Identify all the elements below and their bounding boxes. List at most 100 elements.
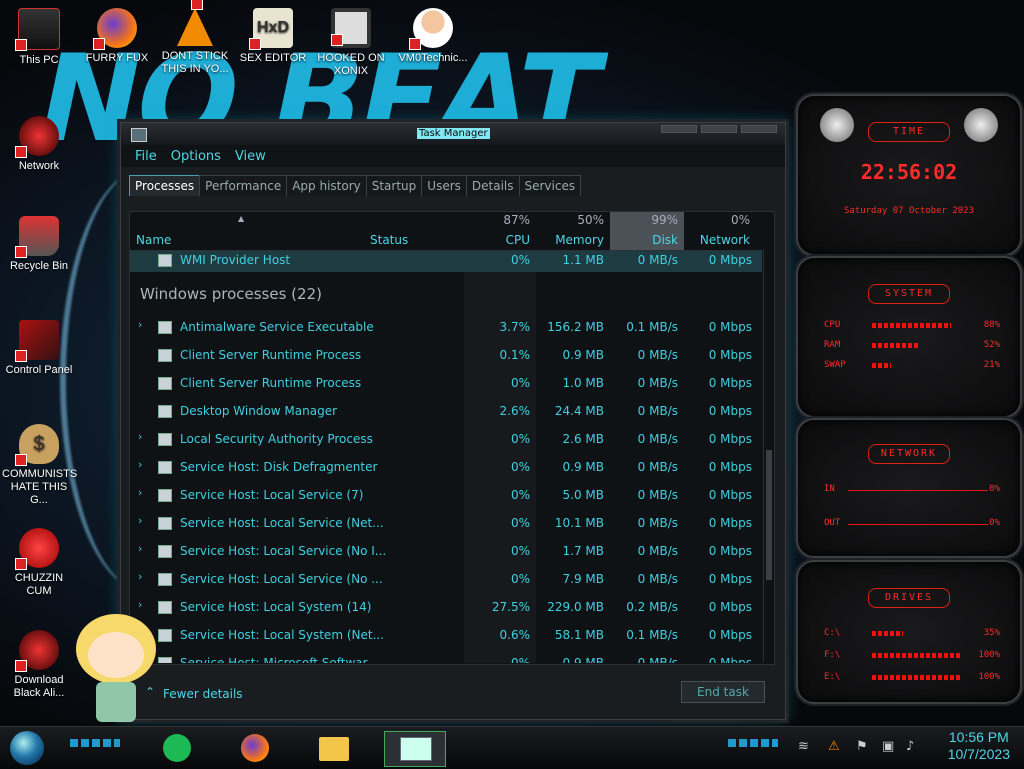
table-row[interactable]: › Local Security Authority Process 0% 2.6 M…	[130, 425, 762, 453]
process-icon	[158, 461, 172, 474]
show-hidden-icons-icon[interactable]: ≋	[798, 739, 809, 754]
money-bag-icon: $	[15, 424, 59, 466]
system-row-value: 21%	[983, 360, 1000, 370]
expand-arrow-icon[interactable]: ›	[138, 458, 142, 471]
action-center-flag-icon[interactable]: ⚑	[856, 739, 868, 754]
table-row[interactable]: › Antimalware Service Executable 3.7% 156.2…	[130, 313, 762, 341]
table-row[interactable]: › Service Host: Local Service (7) 0% 5.0 MB…	[130, 481, 762, 509]
table-row[interactable]: › Service Host: Local Service (Net... 0% 10…	[130, 509, 762, 537]
fewer-details-link[interactable]: Fewer details	[163, 687, 243, 701]
volume-icon[interactable]: ♪	[906, 739, 914, 754]
tab-performance[interactable]: Performance	[199, 175, 288, 196]
taskbar-firefox-icon[interactable]	[238, 731, 274, 765]
expand-arrow-icon[interactable]: ›	[138, 570, 142, 583]
desktop-icon-furry-fux[interactable]: FURRY FUX	[80, 8, 154, 65]
table-row[interactable]: Client Server Runtime Process 0.1% 0.9 MB 0…	[130, 341, 762, 369]
maximize-button[interactable]	[701, 125, 737, 133]
table-row[interactable]: Desktop Window Manager 2.6% 24.4 MB 0 MB/s 0…	[130, 397, 762, 425]
tab-startup[interactable]: Startup	[365, 175, 423, 196]
network-tray-icon[interactable]: ▣	[882, 739, 894, 754]
drive-row-value: 100%	[978, 650, 1000, 660]
taskbar-file-explorer-icon[interactable]	[316, 731, 352, 765]
desktop-icon-chuzzin-cum[interactable]: CHUZZIN CUM	[2, 528, 76, 598]
process-memory: 1.7 MB	[562, 544, 604, 558]
end-task-button[interactable]: End task	[681, 681, 765, 703]
title-bar[interactable]: Task Manager	[121, 123, 785, 145]
expand-arrow-icon[interactable]: ›	[138, 514, 142, 527]
menu-bar: File Options View	[121, 145, 785, 167]
tab-users[interactable]: Users	[421, 175, 467, 196]
system-row-label: CPU	[824, 320, 841, 330]
tray-app-icon[interactable]: ⚠	[828, 739, 840, 754]
clock-date: 10/7/2023	[947, 746, 1010, 762]
process-network: 0 Mbps	[708, 432, 752, 446]
process-disk: 0 MB/s	[637, 376, 678, 390]
minimize-button[interactable]	[661, 125, 697, 133]
column-status[interactable]: Status	[358, 212, 464, 250]
desktop-icon-hooked-on-xonix[interactable]: HOOKED ON XONIX	[314, 8, 388, 78]
process-name: Service Host: Microsoft Softwar...	[180, 656, 378, 663]
taskbar-task-manager-icon[interactable]	[384, 731, 446, 767]
expand-arrow-icon[interactable]: ›	[138, 486, 142, 499]
column-cpu[interactable]: 87% CPU	[464, 212, 536, 250]
desktop-icon-dont-stick[interactable]: DONT STICK THIS IN YO...	[158, 0, 232, 76]
desktop-icon-control-panel[interactable]: Control Panel	[2, 320, 76, 377]
recycle-bin-icon	[15, 216, 59, 258]
desktop-icon-download-black-alien[interactable]: Download Black Ali...	[2, 630, 76, 700]
table-row[interactable]: Client Server Runtime Process 0% 1.0 MB 0 M…	[130, 369, 762, 397]
table-row[interactable]: › Service Host: Local Service (No I... 0% 1…	[130, 537, 762, 565]
tab-processes[interactable]: Processes	[129, 175, 201, 196]
drive-row-bar	[872, 675, 962, 680]
desktop-icon-communists[interactable]: $ COMMUNISTS HATE THIS G...	[2, 424, 77, 507]
gadget-date: Saturday 07 October 2023	[843, 206, 975, 216]
menu-options[interactable]: Options	[171, 149, 221, 164]
expand-arrow-icon[interactable]: ›	[138, 318, 142, 331]
column-network[interactable]: 0% Network	[684, 212, 756, 250]
vertical-scrollbar[interactable]	[763, 250, 774, 662]
window-controls	[661, 125, 777, 133]
taskbar-deco-right	[728, 739, 778, 747]
expand-arrow-icon[interactable]: ›	[138, 542, 142, 555]
table-row[interactable]: › Service Host: Disk Defragmenter 0% 0.9 MB…	[130, 453, 762, 481]
process-cpu: 0.6%	[499, 628, 531, 642]
system-row-bar	[872, 343, 919, 348]
menu-file[interactable]: File	[135, 149, 157, 164]
process-cpu: 0%	[510, 656, 530, 663]
column-memory[interactable]: 50% Memory	[536, 212, 610, 250]
process-memory: 0.9 MB	[562, 348, 604, 362]
menu-view[interactable]: View	[235, 149, 266, 164]
net-out-graph	[848, 524, 988, 525]
task-manager-window[interactable]: Task Manager File Options View Processes…	[120, 122, 786, 720]
drive-row-bar	[872, 653, 962, 658]
scrollbar-thumb[interactable]	[766, 450, 772, 580]
group-header-windows-processes: Windows processes (22)	[140, 285, 322, 303]
table-row[interactable]: › Service Host: Local System (14) 27.5% 229…	[130, 593, 762, 621]
desktop-icon-vm0technic[interactable]: VM0Technic...	[396, 8, 470, 65]
tab-details[interactable]: Details	[465, 175, 520, 196]
drives-gadget-title: DRIVES	[868, 588, 950, 608]
tab-services[interactable]: Services	[518, 175, 582, 196]
desktop-icon-network[interactable]: Network	[2, 116, 76, 173]
drive-row-label: C:\	[824, 628, 841, 638]
close-button[interactable]	[741, 125, 777, 133]
tab-app-history[interactable]: App history	[286, 175, 367, 196]
column-disk[interactable]: 99% Disk	[610, 212, 684, 250]
tab-strip: Processes Performance App history Startu…	[121, 175, 785, 196]
table-row[interactable]: ›Service Host: Microsoft Softwar...0%0.9…	[130, 649, 762, 663]
table-row-wmi-provider-host[interactable]: WMI Provider Host 0% 1.1 MB 0 MB/s 0 Mbp…	[130, 251, 762, 272]
net-in-graph	[848, 490, 988, 491]
desktop-icon-recycle-bin[interactable]: Recycle Bin	[2, 216, 76, 273]
table-row[interactable]: › Service Host: Local Service (No ... 0% 7.…	[130, 565, 762, 593]
desktop-icon-this-pc[interactable]: This PC	[2, 8, 76, 67]
process-disk: 0.1 MB/s	[626, 628, 678, 642]
process-memory: 229.0 MB	[547, 600, 604, 614]
expand-arrow-icon[interactable]: ›	[138, 430, 142, 443]
taskbar-clock[interactable]: 10:56 PM 10/7/2023	[948, 729, 1010, 763]
taskbar-spotify-icon[interactable]	[160, 731, 196, 765]
process-disk: 0.2 MB/s	[626, 600, 678, 614]
table-row[interactable]: ›Service Host: Local System (Net...0.6%5…	[130, 621, 762, 649]
desktop-icon-sex-editor[interactable]: HxD SEX EDITOR	[236, 8, 310, 65]
start-button[interactable]	[10, 731, 44, 765]
column-name[interactable]: ▲ Name	[130, 212, 358, 250]
table-header: ▲ Name Status 87% CPU 50% Memory 99% Dis…	[130, 212, 774, 251]
